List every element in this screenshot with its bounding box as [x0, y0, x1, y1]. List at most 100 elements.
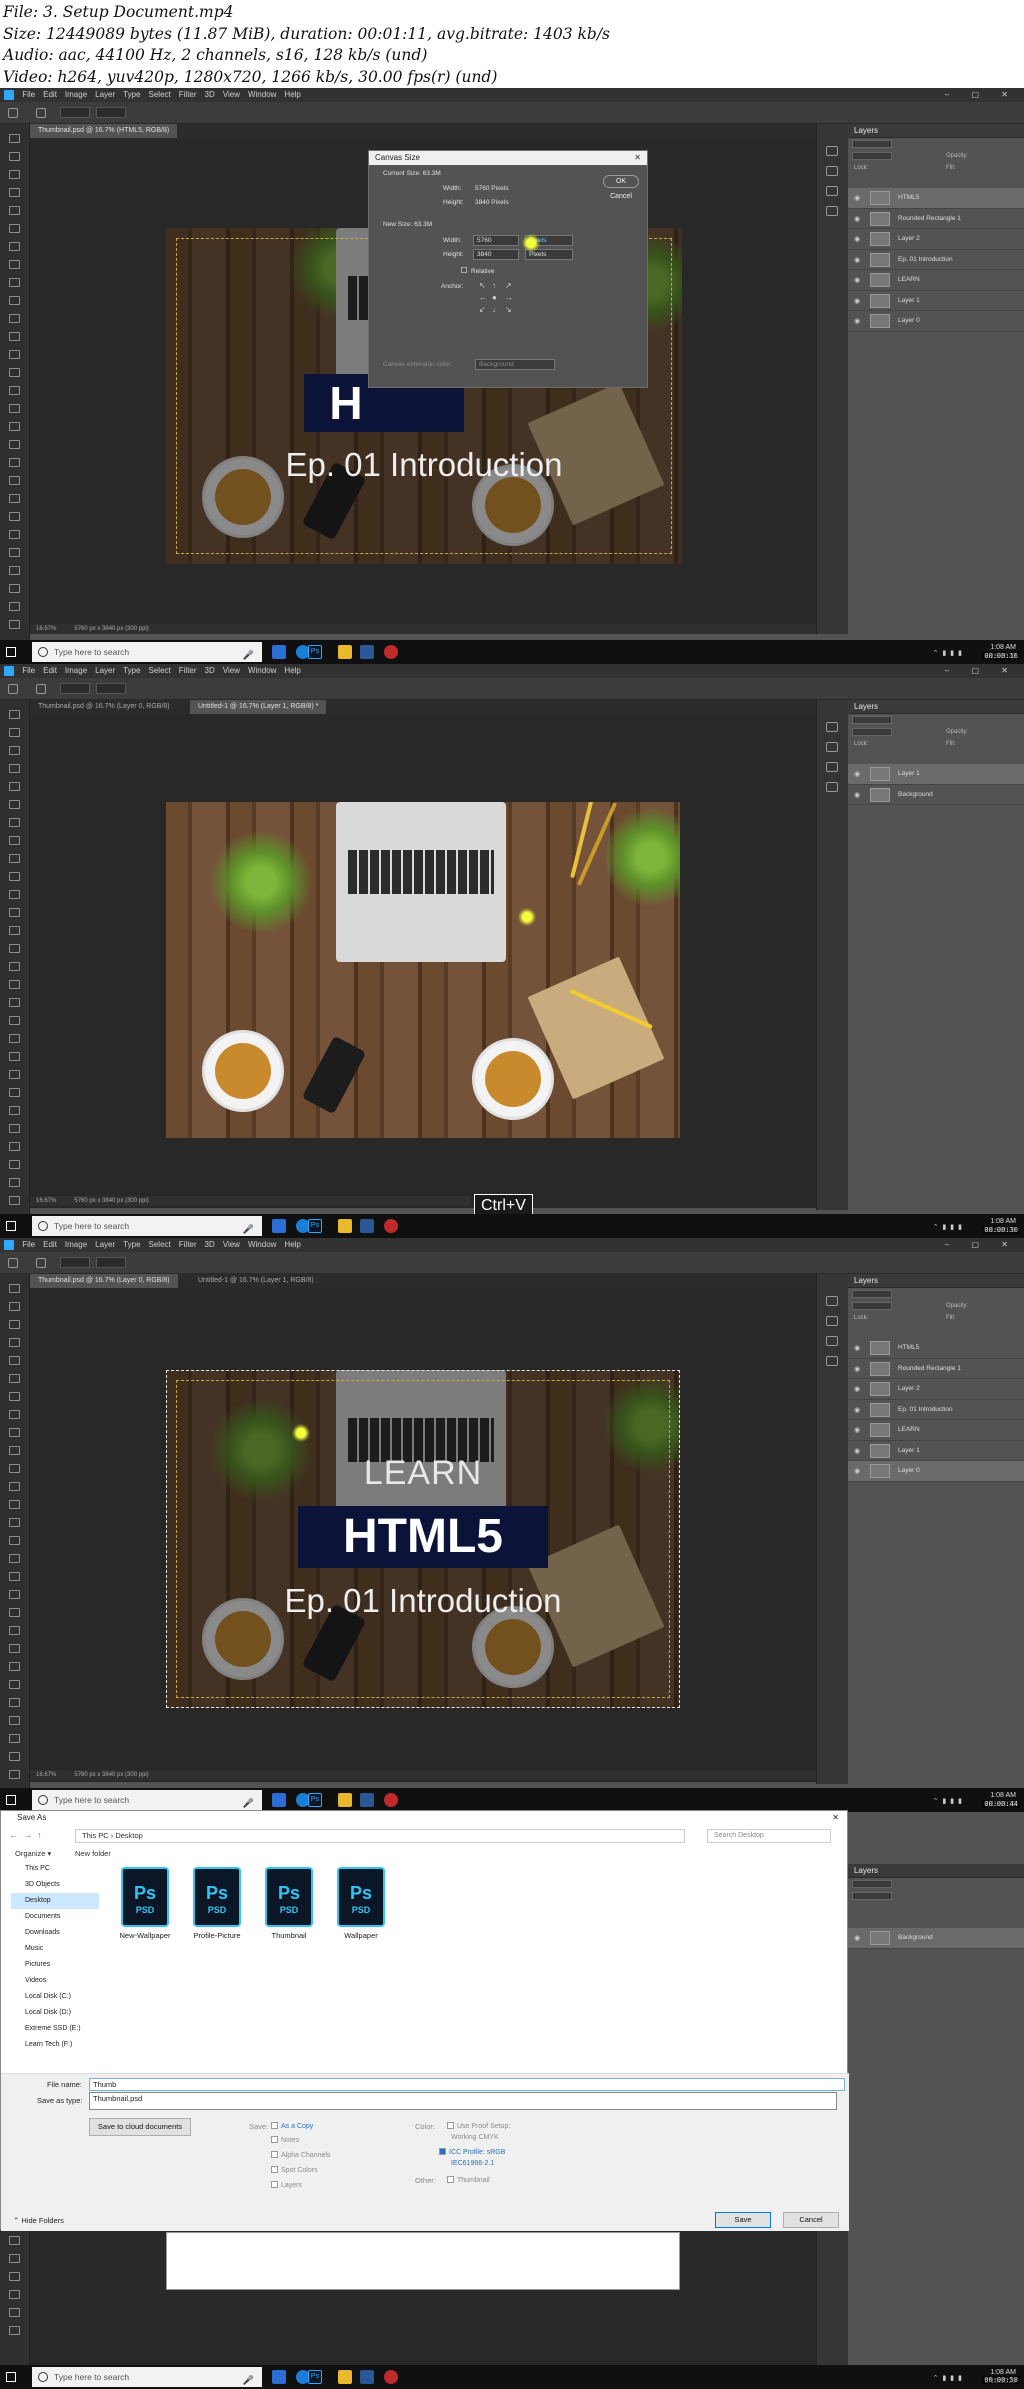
tool-icon[interactable] — [9, 1518, 20, 1527]
tab-untitled[interactable]: Untitled-1 @ 16.7% (Layer 1, RGB/8) — [190, 1274, 322, 1288]
tool-icon[interactable] — [9, 962, 20, 971]
tool-icon[interactable] — [9, 800, 20, 809]
tool-icon[interactable] — [9, 134, 20, 143]
tool-icon[interactable] — [9, 1374, 20, 1383]
microphone-icon[interactable]: 🎤 — [243, 1219, 254, 1238]
file-explorer-icon[interactable] — [338, 1219, 352, 1233]
menu-image[interactable]: Image — [65, 90, 87, 99]
home-icon[interactable] — [8, 108, 18, 118]
tool-icon[interactable] — [9, 1160, 20, 1169]
notes-checkbox[interactable]: Notes — [271, 2136, 299, 2144]
tool-icon[interactable] — [9, 458, 20, 467]
nav-item-downloads[interactable]: Downloads — [11, 1925, 99, 1941]
layer-row[interactable]: ◉ Layer 0 — [848, 311, 1024, 332]
tool-icon[interactable] — [9, 998, 20, 1007]
panel-toggle-icon[interactable] — [826, 722, 838, 732]
tool-icon[interactable] — [9, 1302, 20, 1311]
tool-icon[interactable] — [9, 152, 20, 161]
menu-help[interactable]: Help — [284, 1240, 300, 1249]
menu-3d[interactable]: 3D — [205, 1240, 215, 1249]
menu-3d[interactable]: 3D — [205, 90, 215, 99]
menu-type[interactable]: Type — [123, 90, 140, 99]
tool-icon[interactable] — [9, 944, 20, 953]
nav-item-learn-tech-f[interactable]: Learn Tech (F:) — [11, 2037, 99, 2053]
menu-edit[interactable]: Edit — [43, 1240, 57, 1249]
visibility-eye-icon[interactable]: ◉ — [854, 297, 860, 305]
menu-view[interactable]: View — [223, 1240, 240, 1249]
layer-row[interactable]: ◉ Rounded Rectangle 1 — [848, 1359, 1024, 1379]
tool-icon[interactable] — [9, 206, 20, 215]
tool-icon[interactable] — [9, 1626, 20, 1635]
auto-select-dropdown[interactable] — [60, 683, 90, 694]
panel-toggle-icon[interactable] — [826, 166, 838, 176]
panel-toggle-icon[interactable] — [826, 742, 838, 752]
menu-view[interactable]: View — [223, 666, 240, 675]
window-controls[interactable]: – ▢ ✕ — [945, 664, 1018, 678]
taskbar-search[interactable]: Type here to search 🎤 — [32, 1790, 262, 1810]
nav-item-documents[interactable]: Documents — [11, 1909, 99, 1925]
tool-icon[interactable] — [9, 2272, 20, 2281]
menu-layer[interactable]: Layer — [95, 666, 115, 675]
layer-row[interactable]: ◉ Background — [848, 1928, 1024, 1949]
visibility-eye-icon[interactable]: ◉ — [854, 1365, 860, 1373]
tool-icon[interactable] — [9, 242, 20, 251]
tool-icon[interactable] — [9, 296, 20, 305]
taskbar-search[interactable]: Type here to search 🎤 — [32, 1216, 262, 1236]
tool-icon[interactable] — [9, 1536, 20, 1545]
tool-icon[interactable] — [9, 440, 20, 449]
visibility-eye-icon[interactable]: ◉ — [854, 1344, 860, 1352]
panel-toggle-icon[interactable] — [826, 762, 838, 772]
tool-icon[interactable] — [9, 1428, 20, 1437]
tool-icon[interactable] — [9, 1410, 20, 1419]
menu-image[interactable]: Image — [65, 1240, 87, 1249]
tool-icon[interactable] — [9, 584, 20, 593]
spot-colors-checkbox[interactable]: Spot Colors — [271, 2166, 318, 2174]
visibility-eye-icon[interactable]: ◉ — [854, 1467, 860, 1475]
menu-help[interactable]: Help — [284, 90, 300, 99]
tool-icon[interactable] — [9, 1356, 20, 1365]
close-icon[interactable]: ✕ — [832, 1811, 839, 1825]
tool-icon[interactable] — [9, 818, 20, 827]
panel-toggle-icon[interactable] — [826, 186, 838, 196]
tool-icon[interactable] — [9, 926, 20, 935]
tool-icon[interactable] — [9, 1070, 20, 1079]
photoshop-taskbar-icon[interactable]: Ps — [308, 1219, 322, 1233]
windows-start-icon[interactable] — [6, 1221, 16, 1231]
task-view-icon[interactable] — [272, 2370, 286, 2384]
chrome-icon[interactable] — [384, 1793, 398, 1807]
tool-icon[interactable] — [9, 836, 20, 845]
tool-icon[interactable] — [9, 2326, 20, 2335]
panel-toggle-icon[interactable] — [826, 1316, 838, 1326]
tool-icon[interactable] — [9, 1698, 20, 1707]
canvas-area[interactable] — [30, 714, 816, 1208]
tool-icon[interactable] — [9, 872, 20, 881]
psd-file-item[interactable]: Ps PSD New-Wallpaper — [113, 1867, 177, 1940]
tool-icon[interactable] — [9, 566, 20, 575]
as-copy-checkbox[interactable]: As a Copy — [271, 2122, 313, 2130]
microphone-icon[interactable]: 🎤 — [243, 2370, 254, 2389]
chrome-icon[interactable] — [384, 1219, 398, 1233]
tool-icon[interactable] — [9, 188, 20, 197]
layer-row[interactable]: ◉ Ep. 01 Introduction — [848, 1400, 1024, 1420]
word-icon[interactable] — [360, 2370, 374, 2384]
tab-untitled[interactable]: Untitled-1 @ 16.7% (Layer 1, RGB/8) * — [190, 700, 327, 714]
psd-file-item[interactable]: Ps PSD Wallpaper — [329, 1867, 393, 1940]
tab-thumbnail[interactable]: Thumbnail.psd @ 16.7% (Layer 0, RGB/8) — [30, 1274, 178, 1288]
layer-row[interactable]: ◉ LEARN — [848, 270, 1024, 291]
panel-toggle-icon[interactable] — [826, 1336, 838, 1346]
visibility-eye-icon[interactable]: ◉ — [854, 256, 860, 264]
layer-row[interactable]: ◉ LEARN — [848, 1420, 1024, 1441]
new-height-input[interactable]: 3840 — [473, 249, 519, 260]
menu-help[interactable]: Help — [284, 666, 300, 675]
nav-item-local-disk-d[interactable]: Local Disk (D:) — [11, 2005, 99, 2021]
window-controls[interactable]: – ▢ ✕ — [945, 88, 1018, 102]
tool-icon[interactable] — [9, 2236, 20, 2245]
menu-file[interactable]: File — [22, 90, 35, 99]
blend-mode-select[interactable] — [852, 1302, 892, 1310]
menu-select[interactable]: Select — [149, 1240, 171, 1249]
tool-icon[interactable] — [9, 170, 20, 179]
layer-row[interactable]: ◉ Layer 1 — [848, 291, 1024, 311]
layer-row[interactable]: ◉ Layer 0 — [848, 1461, 1024, 1482]
move-tool-icon[interactable] — [36, 1258, 46, 1268]
tool-icon[interactable] — [9, 1680, 20, 1689]
